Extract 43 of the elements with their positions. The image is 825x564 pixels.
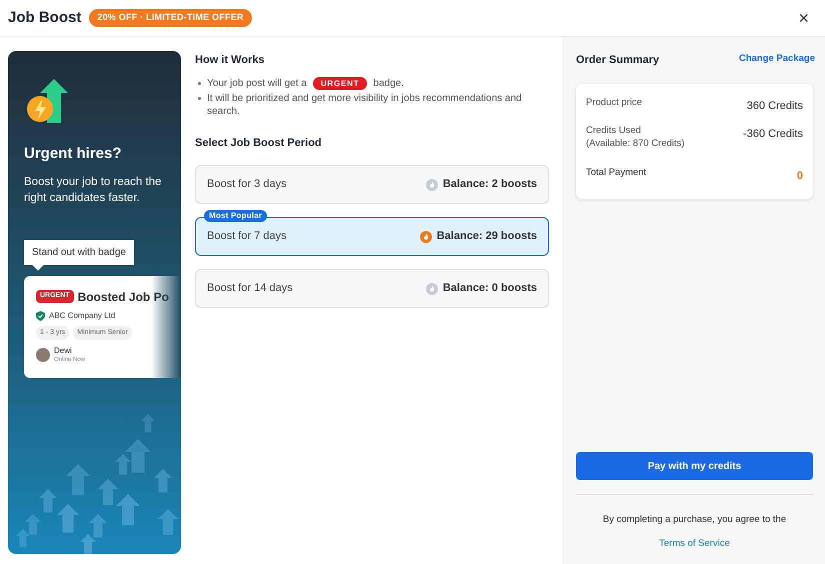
flame-icon [426,178,438,190]
section-title: Select Job Boost Period [195,136,323,150]
urgent-badge: URGENT [312,76,368,90]
summary-note: (Available: 870 Credits) [586,137,685,150]
bullet-text: Your job post will get a URGENT badge. [207,76,404,90]
bullet-icon [198,96,201,100]
tooltip: Stand out with badge [24,240,134,264]
summary-value: 360 Credits [746,98,803,114]
dialog-title: Job Boost [8,8,82,28]
change-package-link[interactable]: Change Package [738,52,815,66]
close-button[interactable]: × [798,9,809,27]
avatar [36,348,50,362]
promo-heading: Urgent hires? [24,144,123,164]
pay-button[interactable]: Pay with my credits [576,452,813,480]
shield-check-icon [36,310,45,320]
section-title: How it Works [195,53,266,68]
coin-arrow-icon [24,77,70,125]
company-name: ABC Company Ltd [49,310,116,322]
summary-title: Order Summary [576,53,660,68]
offer-badge: 20% OFF · LIMITED-TIME OFFER [89,9,252,27]
bullet-icon [198,82,201,84]
balance-text: Balance: 2 boosts [442,177,537,192]
summary-value: 0 [796,169,803,184]
option-label: Boost for 7 days [207,229,286,244]
balance-text: Balance: 0 boosts [442,281,537,296]
promo-text: Boost your job to reach the right candidates faster. [24,174,162,206]
job-title: Boosted Job Po [78,288,169,306]
popular-tag: Most Popular [204,210,268,222]
balance-text: Balance: 29 boosts [436,229,537,244]
boost-option[interactable]: Boost for 3 days Balance: 2 boosts [195,165,549,204]
option-label: Boost for 14 days [207,281,293,296]
flame-icon [420,230,432,242]
terms-link[interactable]: Terms of Service [659,538,730,549]
summary-label: Total Payment [586,166,646,179]
boost-option[interactable]: Boost for 14 days Balance: 0 boosts [195,269,549,308]
summary-label: Credits Used [586,124,642,137]
bullet-text: It will be prioritized and get more visibility in jobs recommendations and search. [207,92,523,118]
recruiter-name: Dewi [54,346,73,356]
summary-value: -360 Credits [743,127,803,142]
flame-icon [426,282,438,294]
terms-text: By completing a purchase, you agree to the Terms of Service [602,514,786,549]
summary-label: Product price [586,96,642,108]
option-label: Boost for 3 days [207,177,286,192]
